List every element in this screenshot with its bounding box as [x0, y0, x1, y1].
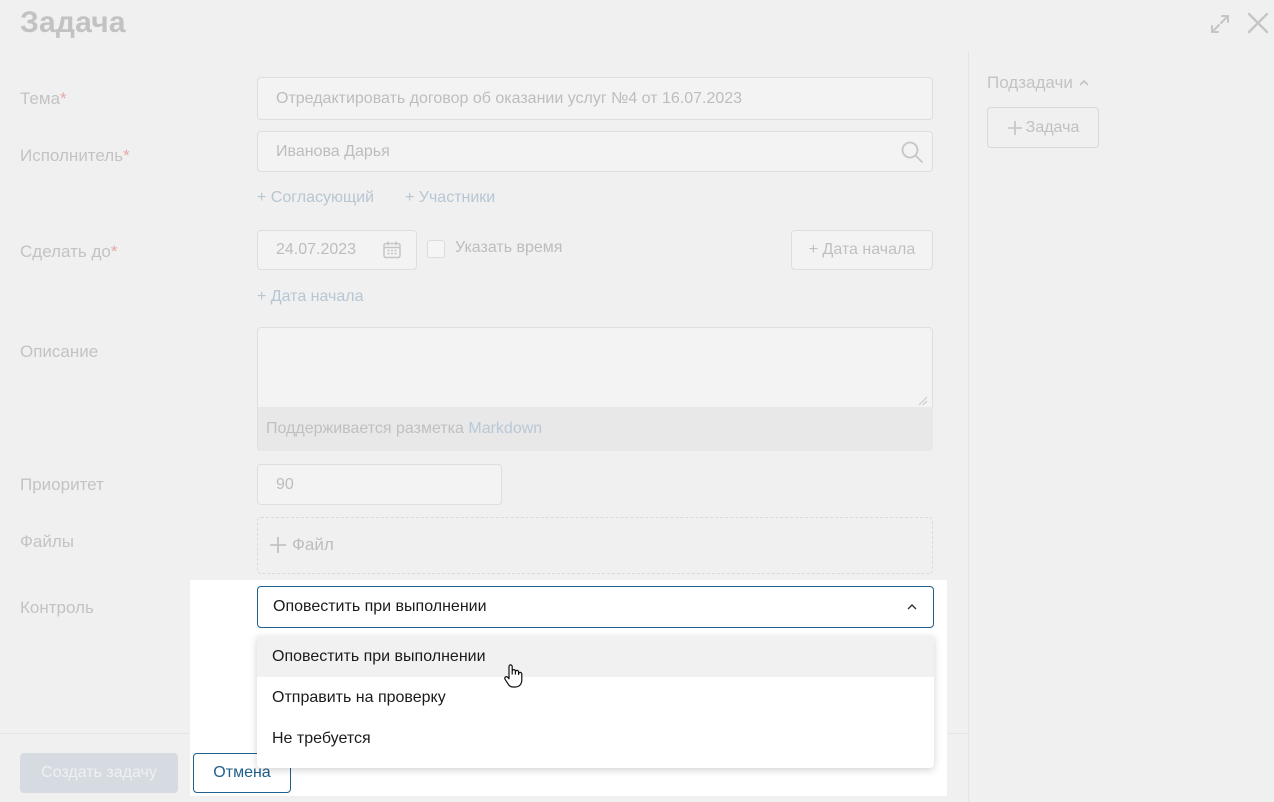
- plus-icon: [1007, 120, 1022, 135]
- add-file-button[interactable]: Файл: [268, 535, 334, 555]
- markdown-hint: Поддерживается разметка Markdown: [258, 407, 933, 451]
- due-date-input[interactable]: 24.07.2023: [257, 230, 417, 270]
- priority-input[interactable]: 90: [257, 464, 502, 505]
- file-dropzone[interactable]: Файл: [257, 517, 933, 574]
- sidebar-divider: [968, 52, 969, 802]
- control-select[interactable]: Оповестить при выполнении: [257, 586, 934, 628]
- start-date-link[interactable]: + Дата начала: [257, 288, 364, 306]
- markdown-link[interactable]: Markdown: [468, 420, 542, 438]
- chevron-up-icon: [907, 604, 917, 610]
- add-subtask-button[interactable]: Задача: [987, 107, 1099, 148]
- resize-handle-icon[interactable]: [918, 396, 928, 406]
- expand-icon[interactable]: [1208, 12, 1232, 36]
- priority-label: Приоритет: [20, 475, 104, 494]
- topic-input[interactable]: Отредактировать договор об оказании услу…: [257, 77, 933, 120]
- description-label: Описание: [20, 342, 99, 361]
- search-icon[interactable]: [900, 140, 924, 164]
- start-date-button[interactable]: + Дата начала: [791, 230, 933, 270]
- files-label: Файлы: [20, 532, 75, 551]
- hand-cursor-icon: [504, 664, 523, 688]
- control-option-notify[interactable]: Оповестить при выполнении: [257, 636, 934, 677]
- control-option-review[interactable]: Отправить на проверку: [257, 677, 934, 718]
- control-label: Контроль: [20, 598, 94, 617]
- add-participants-link[interactable]: + Участники: [405, 189, 495, 207]
- due-label: Сделать до*: [20, 242, 118, 261]
- control-dropdown-menu: Оповестить при выполнении Отправить на п…: [257, 636, 934, 768]
- close-icon[interactable]: [1245, 10, 1271, 36]
- topic-label: Тема*: [20, 89, 67, 108]
- chevron-up-icon: [1079, 79, 1089, 86]
- control-option-none[interactable]: Не требуется: [257, 718, 934, 759]
- page-title: Задача: [20, 6, 126, 39]
- time-checkbox-label: Указать время: [455, 239, 563, 256]
- assignee-label: Исполнитель*: [20, 146, 130, 165]
- create-task-button[interactable]: Создать задачу: [20, 753, 178, 793]
- subtasks-header[interactable]: Подзадачи: [987, 73, 1089, 93]
- add-approver-link[interactable]: + Согласующий: [257, 189, 374, 207]
- calendar-icon[interactable]: [382, 240, 402, 260]
- plus-icon: [270, 537, 286, 553]
- time-checkbox[interactable]: [427, 240, 445, 258]
- assignee-input[interactable]: Иванова Дарья: [257, 131, 933, 172]
